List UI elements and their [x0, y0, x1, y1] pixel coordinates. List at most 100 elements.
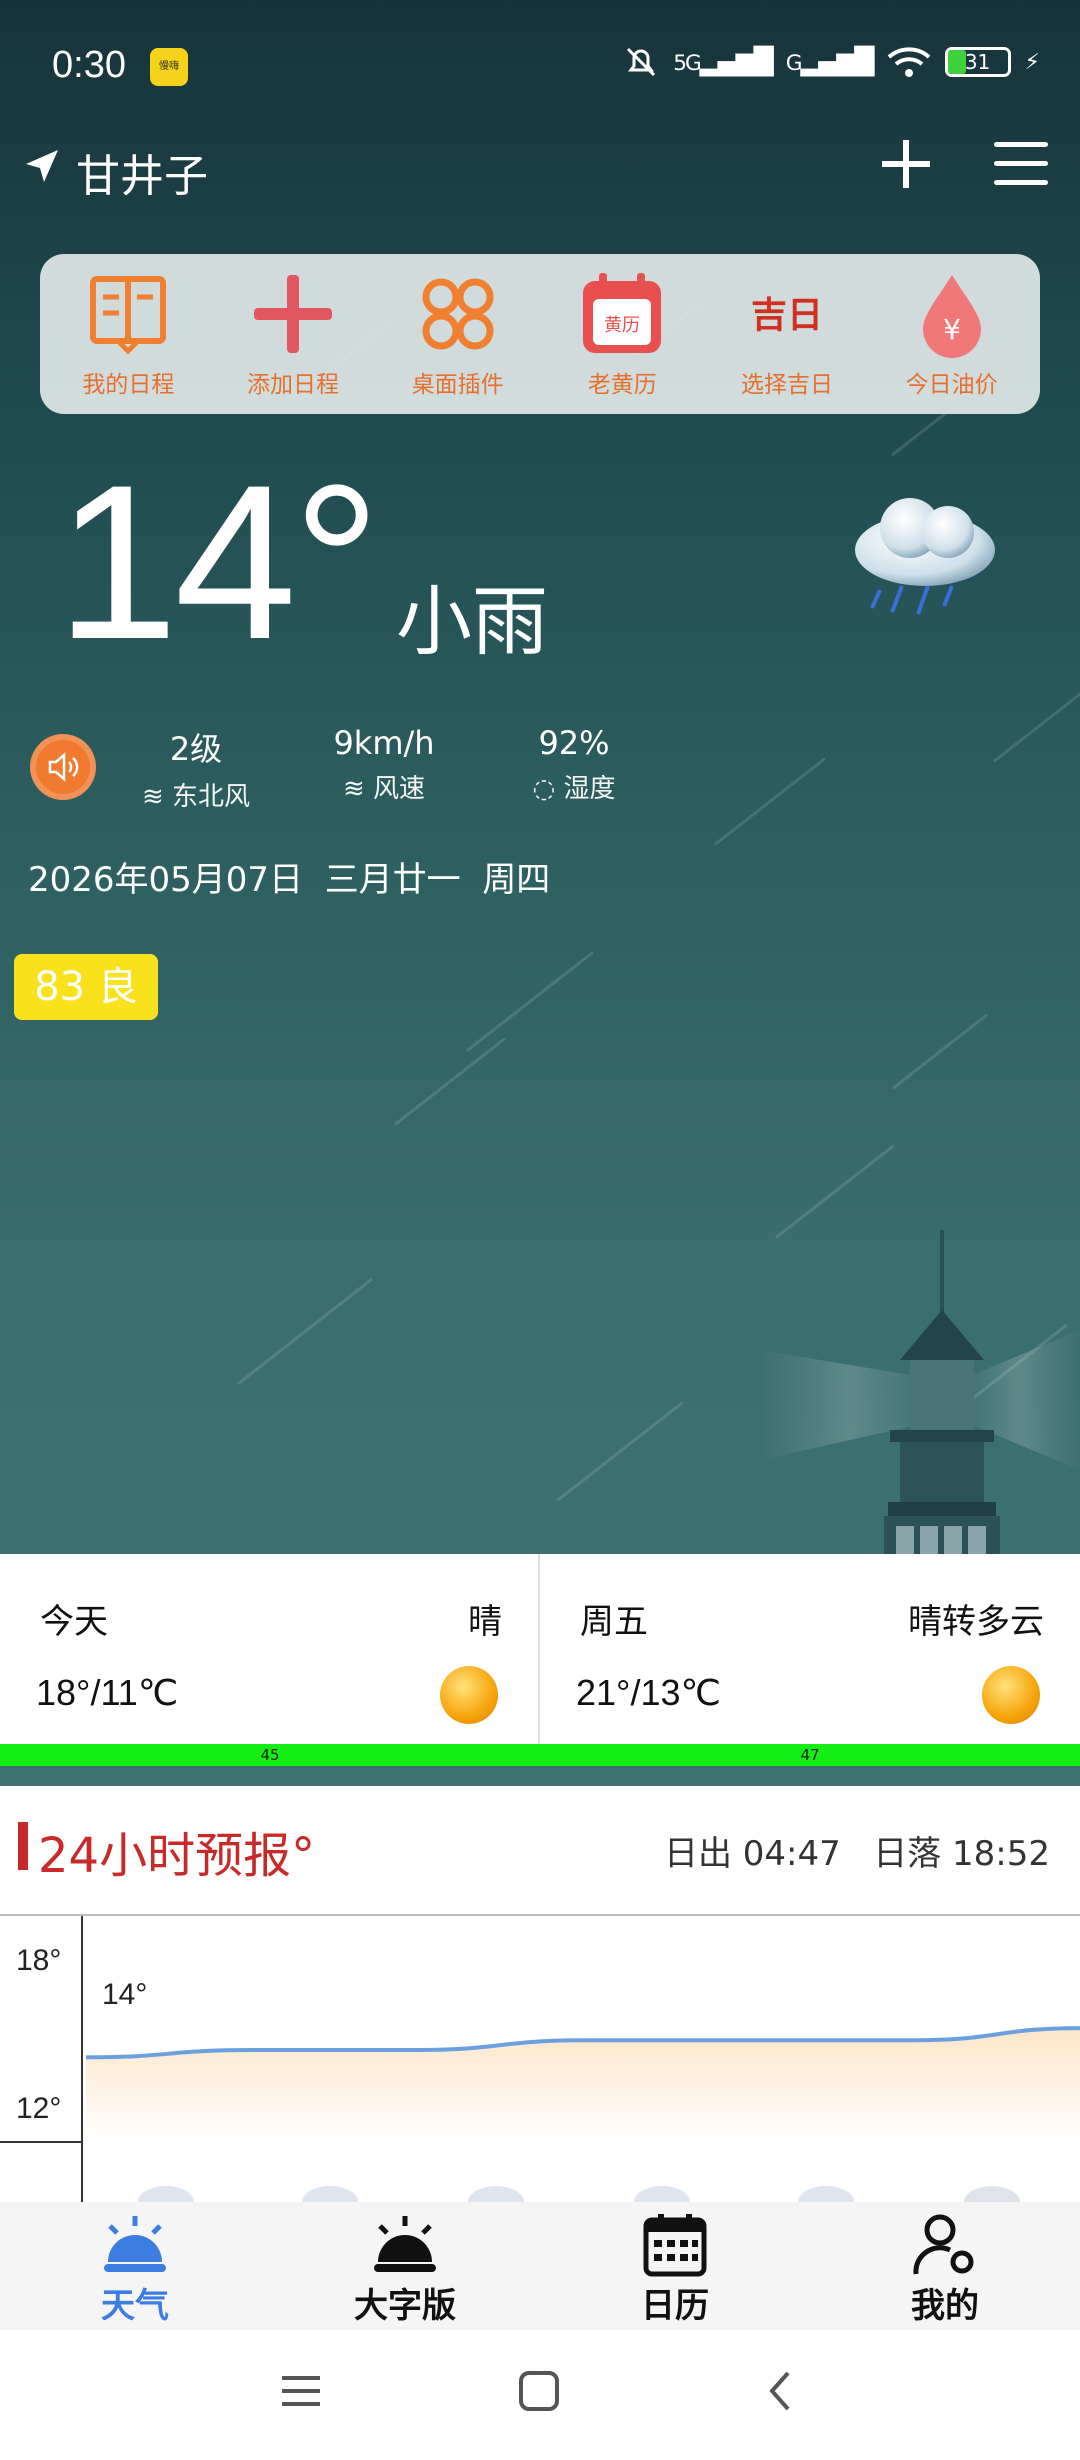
nav-profile[interactable]: 我的 — [810, 2202, 1080, 2330]
book-icon — [90, 276, 167, 355]
shortcut-label: 选择吉日 — [740, 372, 833, 398]
day-card-friday[interactable]: 周五 晴转多云 21°/13℃ 47 — [540, 1554, 1080, 1766]
nav-large-font[interactable]: 大字版 — [270, 2202, 540, 2330]
wind-speed-label: 风速 — [373, 774, 426, 804]
shortcut-label: 今日油价 — [905, 372, 998, 398]
wind-level-stat: 2级 ≋ 东北风 — [116, 724, 276, 813]
sunrise-icon — [374, 2216, 436, 2272]
shortcut-lucky-day[interactable]: 吉日 选择吉日 — [707, 269, 867, 399]
aqi-badge[interactable]: 83 良 — [14, 954, 158, 1020]
droplet-icon: ◌ — [532, 774, 556, 804]
day-temperature: 18°/11℃ — [36, 1672, 179, 1713]
status-time: 0:30 — [52, 44, 126, 86]
section-marker — [18, 1822, 28, 1870]
nav-label: 日历 — [641, 2286, 709, 2326]
svg-text:吉日: 吉日 — [751, 294, 823, 336]
hour-cloud-icon — [798, 2186, 854, 2202]
forecast-title: 24小时预报° — [38, 1828, 316, 1884]
wind-icon: ≋ — [141, 782, 164, 812]
wind-direction-label: ≋ 东北风 — [116, 776, 276, 813]
status-bar: 0:30 慢嗨 5G▂▄▆█ G▂▄▆█ 31 ⚡ — [0, 0, 1080, 135]
battery-icon: 31 — [944, 47, 1011, 77]
day-aqi-bar: 45 — [0, 1744, 540, 1766]
humidity-stat: 92% ◌ 湿度 — [494, 724, 654, 805]
top-bar: 甘井子 — [0, 130, 1080, 210]
wind-speed-stat: 9km/h ≋ 风速 — [304, 724, 464, 805]
lucky-day-icon: 吉日 — [751, 294, 823, 336]
location-arrow-icon[interactable] — [22, 146, 62, 186]
shortcut-bar: 我的日程 添加日程 桌面插件 黄历 老黄历 吉日 选择吉日 ¥ 今日油价 — [40, 254, 1040, 414]
bottom-nav: 天气 大字版 日历 我的 — [0, 2202, 1080, 2330]
wifi-icon — [887, 47, 930, 77]
calendar-icon — [643, 2214, 707, 2277]
network-label-2: G — [785, 51, 803, 76]
location-name[interactable]: 甘井子 — [76, 140, 208, 204]
day-aqi-bar: 47 — [540, 1744, 1080, 1766]
humidity-label: 湿度 — [563, 774, 616, 804]
sunrise-time: 日出 04:47 — [663, 1834, 841, 1874]
shortcut-oil-price[interactable]: ¥ 今日油价 — [872, 269, 1032, 399]
voice-broadcast-button[interactable] — [30, 734, 96, 800]
widgets-icon — [422, 278, 494, 350]
plus-icon — [253, 275, 332, 353]
day-temperature: 21°/13℃ — [576, 1672, 721, 1713]
first-point-label: 14° — [102, 1978, 147, 2011]
shortcut-widgets[interactable]: 桌面插件 — [378, 269, 538, 399]
almanac-icon: 黄历 — [583, 273, 662, 353]
nav-label: 大字版 — [354, 2286, 456, 2326]
wind-level: 2级 — [169, 730, 223, 768]
status-icons: 5G▂▄▆█ G▂▄▆█ 31 ⚡ — [623, 44, 1040, 80]
temperature-area — [86, 2028, 1080, 2142]
charging-icon: ⚡ — [1024, 49, 1040, 75]
add-city-button[interactable] — [876, 134, 936, 194]
daily-summary: 今天 晴 18°/11℃ 45 周五 晴转多云 21°/13℃ 47 — [0, 1554, 1080, 1766]
weekday: 周四 — [482, 860, 551, 900]
day-name: 周五 — [580, 1602, 648, 1642]
hour-cloud-icon — [468, 2186, 524, 2202]
shortcut-my-schedule[interactable]: 我的日程 — [48, 269, 208, 399]
hour-cloud-icon — [964, 2186, 1020, 2202]
y-tick-max: 18° — [16, 1944, 61, 1977]
hour-cloud-icon — [302, 2186, 358, 2202]
wind-icon: ≋ — [342, 774, 365, 804]
day-condition: 晴 — [468, 1602, 502, 1642]
shortcut-label: 添加日程 — [246, 372, 339, 398]
y-tick-min: 12° — [16, 2092, 61, 2125]
profile-icon — [913, 2214, 974, 2275]
nav-weather[interactable]: 天气 — [0, 2202, 270, 2330]
network-label-1: 5G — [673, 51, 702, 76]
back-icon[interactable] — [760, 2370, 802, 2412]
battery-level: 31 — [964, 50, 991, 74]
sunset-time: 日落 18:52 — [873, 1834, 1050, 1874]
weather-icon — [104, 2216, 166, 2272]
nav-label: 天气 — [101, 2286, 169, 2326]
oil-drop-icon: ¥ — [922, 275, 981, 358]
current-condition: 小雨 — [396, 577, 548, 666]
nav-calendar[interactable]: 日历 — [540, 2202, 810, 2330]
shortcut-label: 桌面插件 — [411, 372, 504, 398]
hour-cloud-icon — [138, 2186, 194, 2202]
signal-5g-icon: 5G▂▄▆█ — [673, 47, 774, 77]
app-notification-icon: 慢嗨 — [150, 48, 188, 86]
sunny-icon — [440, 1666, 498, 1724]
sun-times: 日出 04:47 日落 18:52 — [664, 1826, 1050, 1875]
signal-g-icon: G▂▄▆█ — [785, 47, 875, 77]
day-card-today[interactable]: 今天 晴 18°/11℃ 45 — [0, 1554, 540, 1766]
shortcut-almanac[interactable]: 黄历 老黄历 — [542, 269, 702, 399]
shortcut-add-schedule[interactable]: 添加日程 — [213, 269, 373, 399]
hourly-temperature-chart[interactable]: 18° 12° 14° — [0, 1916, 1080, 2202]
mute-bell-icon — [627, 47, 656, 77]
solar-date: 2026年05月07日 — [28, 860, 304, 900]
system-navigation-bar — [0, 2330, 1080, 2460]
day-name: 今天 — [40, 1602, 108, 1642]
wind-speed-label-row: ≋ 风速 — [304, 768, 464, 805]
hourly-weather-icons — [138, 2186, 1020, 2202]
home-icon[interactable] — [518, 2370, 560, 2412]
wind-direction: 东北风 — [172, 782, 251, 812]
shortcut-label: 我的日程 — [82, 372, 175, 398]
hour-cloud-icon — [634, 2186, 690, 2202]
day-condition: 晴转多云 — [908, 1602, 1044, 1642]
hourly-forecast: 24小时预报° 日出 04:47 日落 18:52 18° 12° 14° — [0, 1786, 1080, 2202]
menu-button[interactable] — [994, 142, 1048, 188]
recent-apps-icon[interactable] — [280, 2370, 322, 2412]
